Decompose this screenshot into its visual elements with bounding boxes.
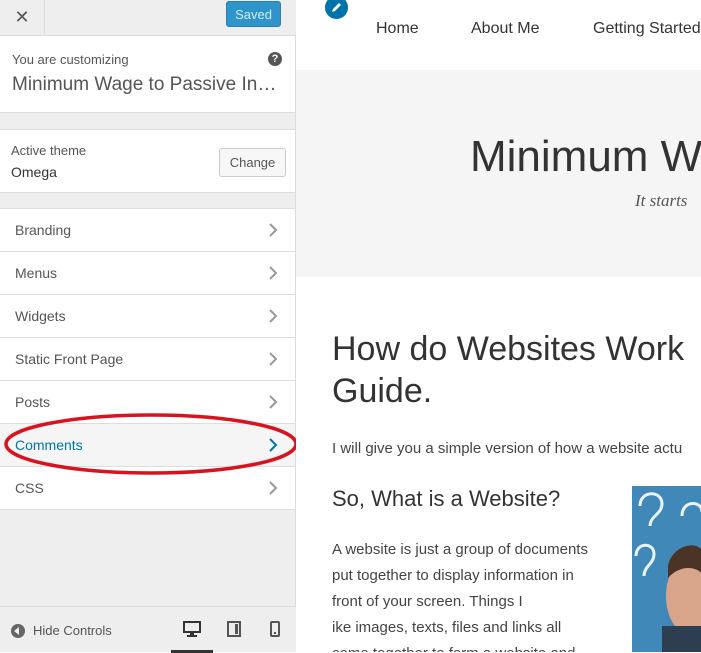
post-intro: I will give you a simple version of how … xyxy=(332,440,683,457)
paragraph-line: A website is just a group of documents xyxy=(332,541,588,558)
panel-widgets[interactable]: Widgets xyxy=(0,295,295,338)
paragraph-line: ike images, texts, files and links all xyxy=(332,619,562,636)
panel-label: Static Front Page xyxy=(15,351,124,367)
active-theme-name: Omega xyxy=(11,164,57,180)
customizer-footer: Hide Controls xyxy=(0,606,296,653)
saved-button[interactable]: Saved xyxy=(226,1,281,27)
hide-controls-label: Hide Controls xyxy=(33,623,112,638)
desktop-icon[interactable] xyxy=(177,617,207,641)
paragraph-line: put together to display information in xyxy=(332,567,574,584)
nav-getting-started[interactable]: Getting Started xyxy=(593,20,701,38)
help-icon[interactable]: ? xyxy=(268,52,282,66)
post-subheading: So, What is a Website? xyxy=(332,486,561,511)
panel-label: Branding xyxy=(15,222,72,238)
panel-label: Menus xyxy=(15,265,58,281)
hide-controls-button[interactable]: Hide Controls xyxy=(11,623,112,638)
active-theme-label: Active theme xyxy=(11,143,87,158)
site-preview: Home About Me Getting Started Minimum W … xyxy=(296,0,701,652)
panel-static-front-page[interactable]: Static Front Page xyxy=(0,338,295,381)
chevron-right-icon xyxy=(269,395,278,409)
panel-label: Posts xyxy=(15,394,51,410)
chevron-right-icon xyxy=(269,223,278,237)
chevron-right-icon xyxy=(269,481,278,495)
close-icon[interactable]: ✕ xyxy=(0,0,45,35)
panel-label: Widgets xyxy=(15,308,66,324)
site-header: Minimum W It starts xyxy=(296,70,701,277)
customizer-header: ✕ Saved xyxy=(0,0,296,36)
panel-branding[interactable]: Branding xyxy=(0,209,295,252)
paragraph-line: front of your screen. Things I xyxy=(332,593,523,610)
red-circle-annotation xyxy=(4,413,298,475)
site-title-label: Minimum Wage to Passive Income xyxy=(12,74,280,95)
post-image xyxy=(632,486,701,652)
chevron-right-icon xyxy=(269,309,278,323)
nav-about-me[interactable]: About Me xyxy=(471,20,539,38)
customizer-sidebar: ✕ Saved You are customizing ? Minimum Wa… xyxy=(0,0,296,653)
active-theme-section: Active theme Omega Change xyxy=(0,129,295,193)
change-theme-button[interactable]: Change xyxy=(219,148,286,177)
paragraph-line: come together to form a website and xyxy=(332,641,612,652)
panel-label: CSS xyxy=(15,480,44,496)
customizing-info: You are customizing ? Minimum Wage to Pa… xyxy=(0,36,295,113)
mobile-icon[interactable] xyxy=(260,617,290,641)
site-navigation: Home About Me Getting Started xyxy=(296,0,701,70)
collapse-arrow-icon xyxy=(11,623,25,638)
site-tagline: It starts xyxy=(635,191,688,210)
panel-menus[interactable]: Menus xyxy=(0,252,295,295)
site-title[interactable]: Minimum W xyxy=(470,132,701,182)
edit-shortcut-icon[interactable] xyxy=(323,0,350,21)
chevron-right-icon xyxy=(269,352,278,366)
customizing-label: You are customizing xyxy=(12,52,129,67)
tablet-icon[interactable] xyxy=(219,617,249,641)
chevron-right-icon xyxy=(269,266,278,280)
post-paragraph: A website is just a group of documents p… xyxy=(332,537,612,652)
post-title[interactable]: How do Websites Work Guide. xyxy=(332,328,701,412)
nav-home[interactable]: Home xyxy=(376,20,419,38)
